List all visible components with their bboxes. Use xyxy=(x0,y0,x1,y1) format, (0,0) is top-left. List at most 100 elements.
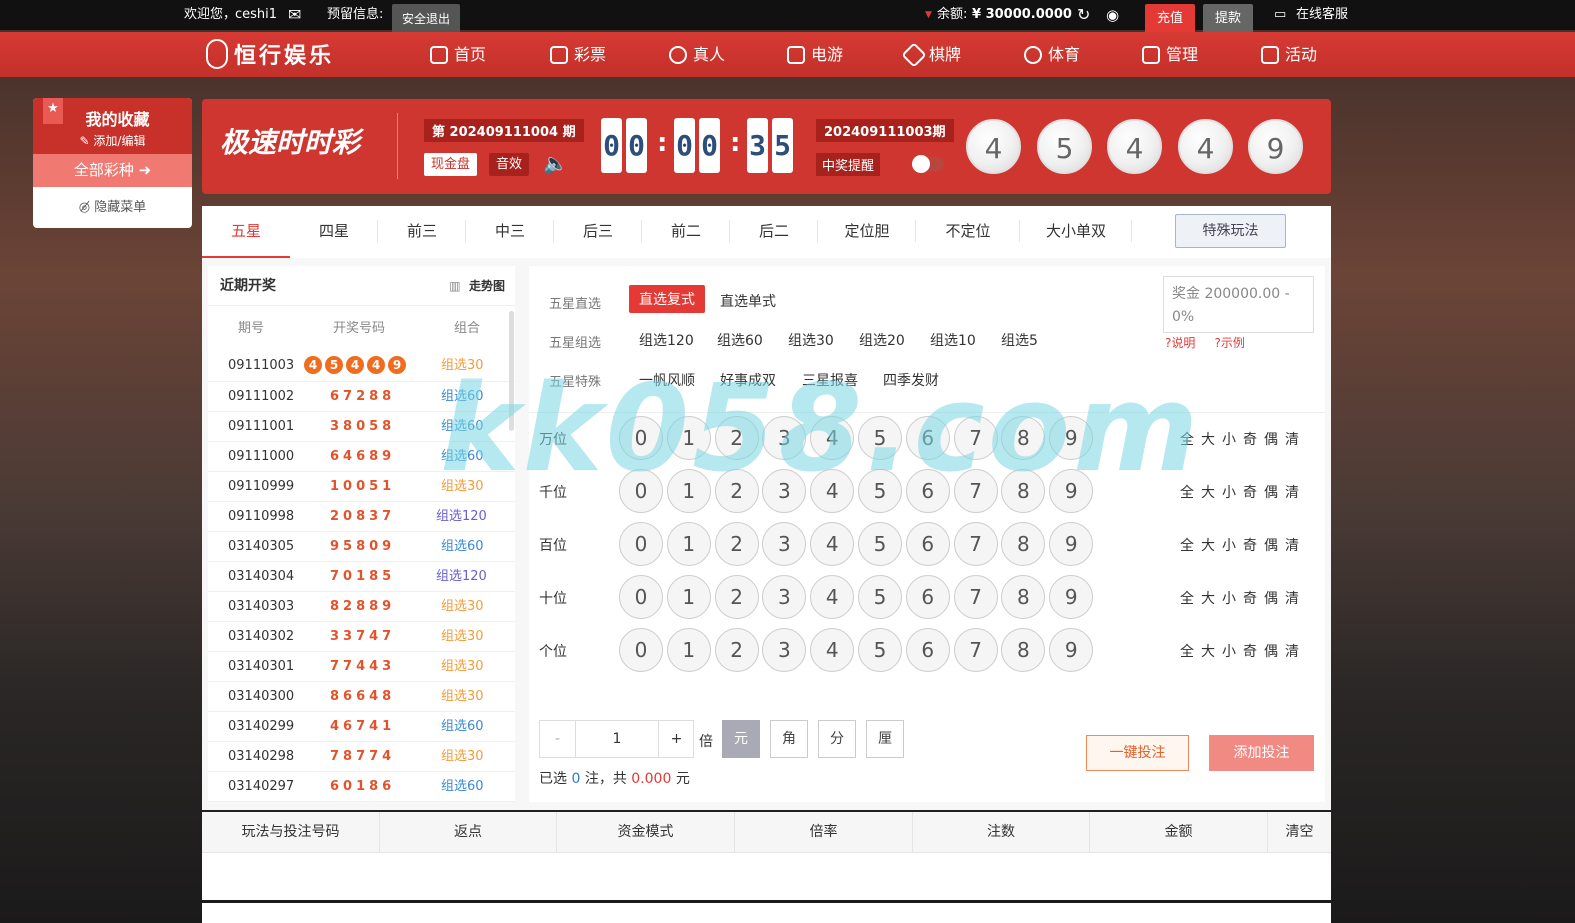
digit-ball[interactable]: 6 xyxy=(905,469,950,513)
digit-ball[interactable]: 2 xyxy=(714,575,759,619)
add-bet-button[interactable]: 添加投注 xyxy=(1209,735,1314,771)
unit-li[interactable]: 厘 xyxy=(866,720,904,758)
unit-jiao[interactable]: 角 xyxy=(770,720,808,758)
quick-select-buttons[interactable]: 全大小奇偶清 xyxy=(1180,535,1306,555)
sound-button[interactable]: 音效 xyxy=(489,153,530,176)
tab-no-position[interactable]: 不定位 xyxy=(916,206,1020,256)
nav-manage[interactable]: 管理 xyxy=(1142,32,1198,77)
hide-menu-button[interactable]: ◎̸ 隐藏菜单 xyxy=(33,187,192,228)
withdraw-button[interactable]: 提款 xyxy=(1203,4,1254,34)
win-reminder-toggle[interactable] xyxy=(912,155,944,173)
speaker-icon[interactable]: 🔈 xyxy=(543,151,568,175)
quick-select-buttons[interactable]: 全大小奇偶清 xyxy=(1180,429,1306,449)
option-special-1[interactable]: 一帆风顺 xyxy=(639,370,695,390)
option-group60[interactable]: 组选60 xyxy=(717,330,763,350)
digit-ball[interactable]: 8 xyxy=(1001,628,1046,672)
cash-mode-button[interactable]: 现金盘 xyxy=(424,153,478,176)
unit-yuan[interactable]: 元 xyxy=(722,720,760,758)
digit-ball[interactable]: 0 xyxy=(619,416,663,460)
digit-ball[interactable]: 5 xyxy=(858,522,902,566)
eye-icon[interactable]: ◉ xyxy=(1106,0,1119,30)
digit-ball[interactable]: 0 xyxy=(619,469,663,513)
tab-five-star[interactable]: 五星 xyxy=(202,206,290,258)
option-special-3[interactable]: 三星报喜 xyxy=(802,370,858,390)
digit-ball[interactable]: 9 xyxy=(1049,522,1094,566)
digit-ball[interactable]: 5 xyxy=(858,469,902,513)
nav-chess[interactable]: 棋牌 xyxy=(901,32,961,77)
quick-select-buttons[interactable]: 全大小奇偶清 xyxy=(1180,588,1306,608)
digit-ball[interactable]: 2 xyxy=(714,522,759,566)
special-play-button[interactable]: 特殊玩法 xyxy=(1175,214,1286,248)
nav-slots[interactable]: 电游 xyxy=(787,32,843,77)
option-group5[interactable]: 组选5 xyxy=(1001,330,1038,350)
all-lotteries-button[interactable]: 全部彩种 ➜ xyxy=(33,154,192,187)
digit-ball[interactable]: 2 xyxy=(714,416,759,460)
digit-ball[interactable]: 1 xyxy=(666,416,711,460)
tab-middle-three[interactable]: 中三 xyxy=(466,206,554,256)
tab-position[interactable]: 定位胆 xyxy=(818,206,916,256)
example-link[interactable]: ?示例 xyxy=(1214,336,1244,350)
option-group10[interactable]: 组选10 xyxy=(930,330,976,350)
digit-ball[interactable]: 7 xyxy=(953,522,998,566)
tab-back-two[interactable]: 后二 xyxy=(730,206,818,256)
digit-ball[interactable]: 4 xyxy=(810,628,855,672)
logout-button[interactable]: 安全退出 xyxy=(392,4,461,34)
digit-ball[interactable]: 7 xyxy=(953,628,998,672)
option-special-2[interactable]: 好事成双 xyxy=(720,370,776,390)
digit-ball[interactable]: 5 xyxy=(858,628,902,672)
mail-icon[interactable]: ✉ xyxy=(288,0,301,30)
digit-ball[interactable]: 4 xyxy=(810,522,855,566)
digit-ball[interactable]: 3 xyxy=(762,522,807,566)
explain-link[interactable]: ?说明 xyxy=(1165,336,1195,350)
digit-ball[interactable]: 9 xyxy=(1049,575,1094,619)
trend-chart-link[interactable]: ▥ 走势图 xyxy=(449,266,505,306)
nav-lottery[interactable]: 彩票 xyxy=(550,32,606,77)
digit-ball[interactable]: 3 xyxy=(762,628,807,672)
digit-ball[interactable]: 3 xyxy=(762,575,807,619)
digit-ball[interactable]: 8 xyxy=(1001,469,1046,513)
tab-front-three[interactable]: 前三 xyxy=(378,206,466,256)
minus-button[interactable]: - xyxy=(540,721,576,757)
digit-ball[interactable]: 7 xyxy=(953,575,998,619)
digit-ball[interactable]: 7 xyxy=(953,416,998,460)
tab-big-small[interactable]: 大小单双 xyxy=(1020,206,1132,256)
option-direct-compound[interactable]: 直选复式 xyxy=(629,285,705,313)
digit-ball[interactable]: 2 xyxy=(714,628,759,672)
digit-ball[interactable]: 6 xyxy=(905,575,950,619)
clear-button[interactable]: 清空 xyxy=(1268,812,1331,853)
digit-ball[interactable]: 6 xyxy=(905,416,950,460)
tab-four-star[interactable]: 四星 xyxy=(290,206,378,256)
digit-ball[interactable]: 0 xyxy=(619,522,663,566)
digit-ball[interactable]: 8 xyxy=(1001,416,1046,460)
tab-back-three[interactable]: 后三 xyxy=(554,206,642,256)
scrollbar[interactable] xyxy=(509,311,514,431)
option-group120[interactable]: 组选120 xyxy=(639,330,694,350)
brand-logo[interactable]: 恒行娱乐 xyxy=(206,38,334,70)
digit-ball[interactable]: 5 xyxy=(858,575,902,619)
digit-ball[interactable]: 3 xyxy=(762,416,807,460)
nav-live[interactable]: 真人 xyxy=(669,32,725,77)
option-group20[interactable]: 组选20 xyxy=(859,330,905,350)
refresh-icon[interactable]: ↻ xyxy=(1077,0,1090,30)
digit-ball[interactable]: 9 xyxy=(1049,628,1094,672)
favorites-edit-link[interactable]: ✎ 添加/编辑 xyxy=(33,132,192,149)
option-direct-single[interactable]: 直选单式 xyxy=(720,291,776,311)
nav-sports[interactable]: 体育 xyxy=(1024,32,1080,77)
one-click-bet-button[interactable]: 一键投注 xyxy=(1086,735,1189,771)
plus-button[interactable]: + xyxy=(658,721,694,757)
digit-ball[interactable]: 3 xyxy=(762,469,807,513)
digit-ball[interactable]: 6 xyxy=(905,628,950,672)
digit-ball[interactable]: 1 xyxy=(666,628,711,672)
digit-ball[interactable]: 8 xyxy=(1001,575,1046,619)
digit-ball[interactable]: 0 xyxy=(619,575,663,619)
online-service-link[interactable]: 在线客服 xyxy=(1296,0,1348,30)
digit-ball[interactable]: 5 xyxy=(858,416,902,460)
digit-ball[interactable]: 4 xyxy=(810,416,855,460)
tab-front-two[interactable]: 前二 xyxy=(642,206,730,256)
digit-ball[interactable]: 4 xyxy=(810,469,855,513)
digit-ball[interactable]: 2 xyxy=(714,469,759,513)
option-group30[interactable]: 组选30 xyxy=(788,330,834,350)
recharge-button[interactable]: 充值 xyxy=(1145,4,1196,34)
unit-fen[interactable]: 分 xyxy=(818,720,856,758)
digit-ball[interactable]: 1 xyxy=(666,575,711,619)
